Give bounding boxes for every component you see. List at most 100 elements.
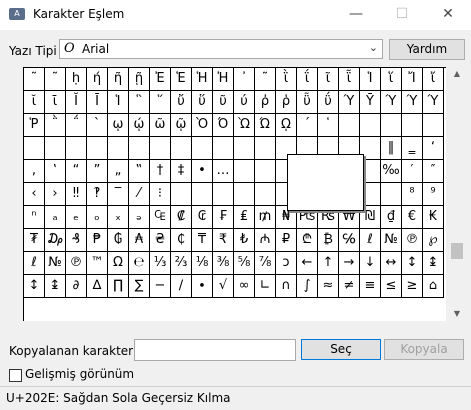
char-cell[interactable] xyxy=(192,137,213,160)
char-cell[interactable]: ₥ xyxy=(255,206,276,229)
char-cell[interactable]: ῾ xyxy=(318,114,339,137)
char-cell[interactable]: ⁿ xyxy=(24,206,45,229)
char-cell[interactable]: ₰ xyxy=(66,229,87,252)
char-cell[interactable]: ↕ xyxy=(24,275,45,298)
char-cell[interactable]: ‹ xyxy=(24,183,45,206)
char-cell[interactable]: ↄ xyxy=(276,252,297,275)
char-cell[interactable]: Ύ xyxy=(402,91,423,114)
char-cell[interactable]: ₾ xyxy=(297,229,318,252)
char-cell[interactable]: ΅ xyxy=(66,114,87,137)
char-cell[interactable]: Ἱ xyxy=(360,68,381,91)
char-cell[interactable] xyxy=(150,137,171,160)
char-cell[interactable]: “ xyxy=(66,160,87,183)
char-cell[interactable]: Ῑ xyxy=(87,91,108,114)
char-cell[interactable]: № xyxy=(45,252,66,275)
char-cell[interactable]: ₔ xyxy=(129,206,150,229)
char-cell[interactable]: ⌂ xyxy=(423,275,444,298)
char-cell[interactable]: ῥ xyxy=(276,91,297,114)
char-cell[interactable]: ‘ xyxy=(423,137,444,160)
char-cell[interactable] xyxy=(255,160,276,183)
char-cell[interactable]: ₱ xyxy=(87,229,108,252)
char-cell[interactable]: ℗ xyxy=(402,229,423,252)
char-cell[interactable]: ΰ xyxy=(318,91,339,114)
char-cell[interactable]: Ώ xyxy=(255,114,276,137)
char-cell[interactable]: ₿ xyxy=(318,229,339,252)
copied-characters-input[interactable] xyxy=(134,339,296,361)
char-cell[interactable]: ₲ xyxy=(108,229,129,252)
char-cell[interactable]: Ἡ xyxy=(192,68,213,91)
char-cell[interactable]: ℓ xyxy=(24,252,45,275)
char-cell[interactable]: ῷ xyxy=(171,114,192,137)
char-cell[interactable]: ∑ xyxy=(129,275,150,298)
char-cell[interactable]: ⁹ xyxy=(423,183,444,206)
grid-scrollbar[interactable]: ▲ ▼ xyxy=(449,67,465,320)
char-cell[interactable] xyxy=(234,160,255,183)
close-button[interactable]: ✕ xyxy=(425,0,471,30)
char-cell[interactable] xyxy=(24,137,45,160)
char-cell[interactable]: Ἠ xyxy=(213,68,234,91)
char-cell[interactable]: ℮ xyxy=(129,252,150,275)
char-cell[interactable]: ” xyxy=(87,160,108,183)
char-cell[interactable]: ῭ xyxy=(45,114,66,137)
advanced-view-label[interactable]: Gelişmiş görünüm xyxy=(25,367,134,381)
char-cell[interactable]: Ἴ xyxy=(402,68,423,91)
char-cell[interactable]: ′ xyxy=(402,160,423,183)
char-cell[interactable]: ΐ xyxy=(297,68,318,91)
char-cell[interactable]: ῀ xyxy=(255,68,276,91)
char-cell[interactable]: ῶ xyxy=(150,114,171,137)
char-cell[interactable]: ὔ xyxy=(171,91,192,114)
char-cell[interactable]: → xyxy=(339,252,360,275)
char-cell[interactable] xyxy=(171,183,192,206)
char-cell[interactable]: ⁝ xyxy=(150,183,171,206)
char-cell[interactable]: ῒ xyxy=(276,68,297,91)
char-cell[interactable] xyxy=(129,137,150,160)
char-cell[interactable]: Ῡ xyxy=(360,91,381,114)
char-cell[interactable]: ῴ xyxy=(129,114,150,137)
char-cell[interactable]: № xyxy=(381,229,402,252)
char-cell[interactable]: ᾿ xyxy=(234,68,255,91)
char-cell[interactable]: ` xyxy=(87,114,108,137)
char-cell[interactable]: ῗ xyxy=(339,68,360,91)
char-cell[interactable]: ℓ xyxy=(360,229,381,252)
scroll-up-arrow[interactable]: ▲ xyxy=(449,69,465,78)
char-cell[interactable]: ∟ xyxy=(255,275,276,298)
char-cell[interactable]: ‖ xyxy=(381,137,402,160)
char-cell[interactable]: , xyxy=(24,160,45,183)
char-cell[interactable]: ῐ xyxy=(24,91,45,114)
char-cell[interactable]: ⅝ xyxy=(234,252,255,275)
char-cell[interactable] xyxy=(213,137,234,160)
char-cell[interactable] xyxy=(66,137,87,160)
char-cell[interactable]: ´ xyxy=(297,114,318,137)
char-cell[interactable]: ‛ xyxy=(45,160,66,183)
char-cell[interactable]: ⁄ xyxy=(129,183,150,206)
char-cell[interactable]: ∩ xyxy=(276,275,297,298)
char-cell[interactable]: ῳ xyxy=(108,114,129,137)
char-cell[interactable]: ∂ xyxy=(66,275,87,298)
char-cell[interactable]: ⅞ xyxy=(255,252,276,275)
char-cell[interactable]: ℅ xyxy=(339,229,360,252)
scroll-thumb[interactable] xyxy=(451,243,463,259)
char-cell[interactable] xyxy=(381,114,402,137)
char-cell[interactable]: ₓ xyxy=(108,206,129,229)
char-cell[interactable]: ∙ xyxy=(192,275,213,298)
char-cell[interactable] xyxy=(87,137,108,160)
char-cell[interactable]: Ύ xyxy=(339,91,360,114)
font-select[interactable]: O Arial ⌄ xyxy=(59,39,383,59)
char-cell[interactable] xyxy=(402,114,423,137)
char-cell[interactable] xyxy=(234,183,255,206)
char-cell[interactable] xyxy=(360,114,381,137)
char-cell[interactable]: ῦ xyxy=(213,91,234,114)
char-cell[interactable]: ₑ xyxy=(66,206,87,229)
char-cell[interactable]: › xyxy=(45,183,66,206)
help-button[interactable]: Yardım xyxy=(389,39,465,60)
char-cell[interactable]: ″ xyxy=(423,160,444,183)
char-cell[interactable]: • xyxy=(192,160,213,183)
char-cell[interactable]: Ἑ xyxy=(171,68,192,91)
char-cell[interactable]: ≈ xyxy=(318,275,339,298)
char-cell[interactable]: ₴ xyxy=(150,229,171,252)
char-cell[interactable]: ⅛ xyxy=(192,252,213,275)
char-cell[interactable]: ₤ xyxy=(234,206,255,229)
char-cell[interactable]: ≠ xyxy=(339,275,360,298)
char-cell[interactable]: ‗ xyxy=(402,137,423,160)
char-cell[interactable]: † xyxy=(150,160,171,183)
